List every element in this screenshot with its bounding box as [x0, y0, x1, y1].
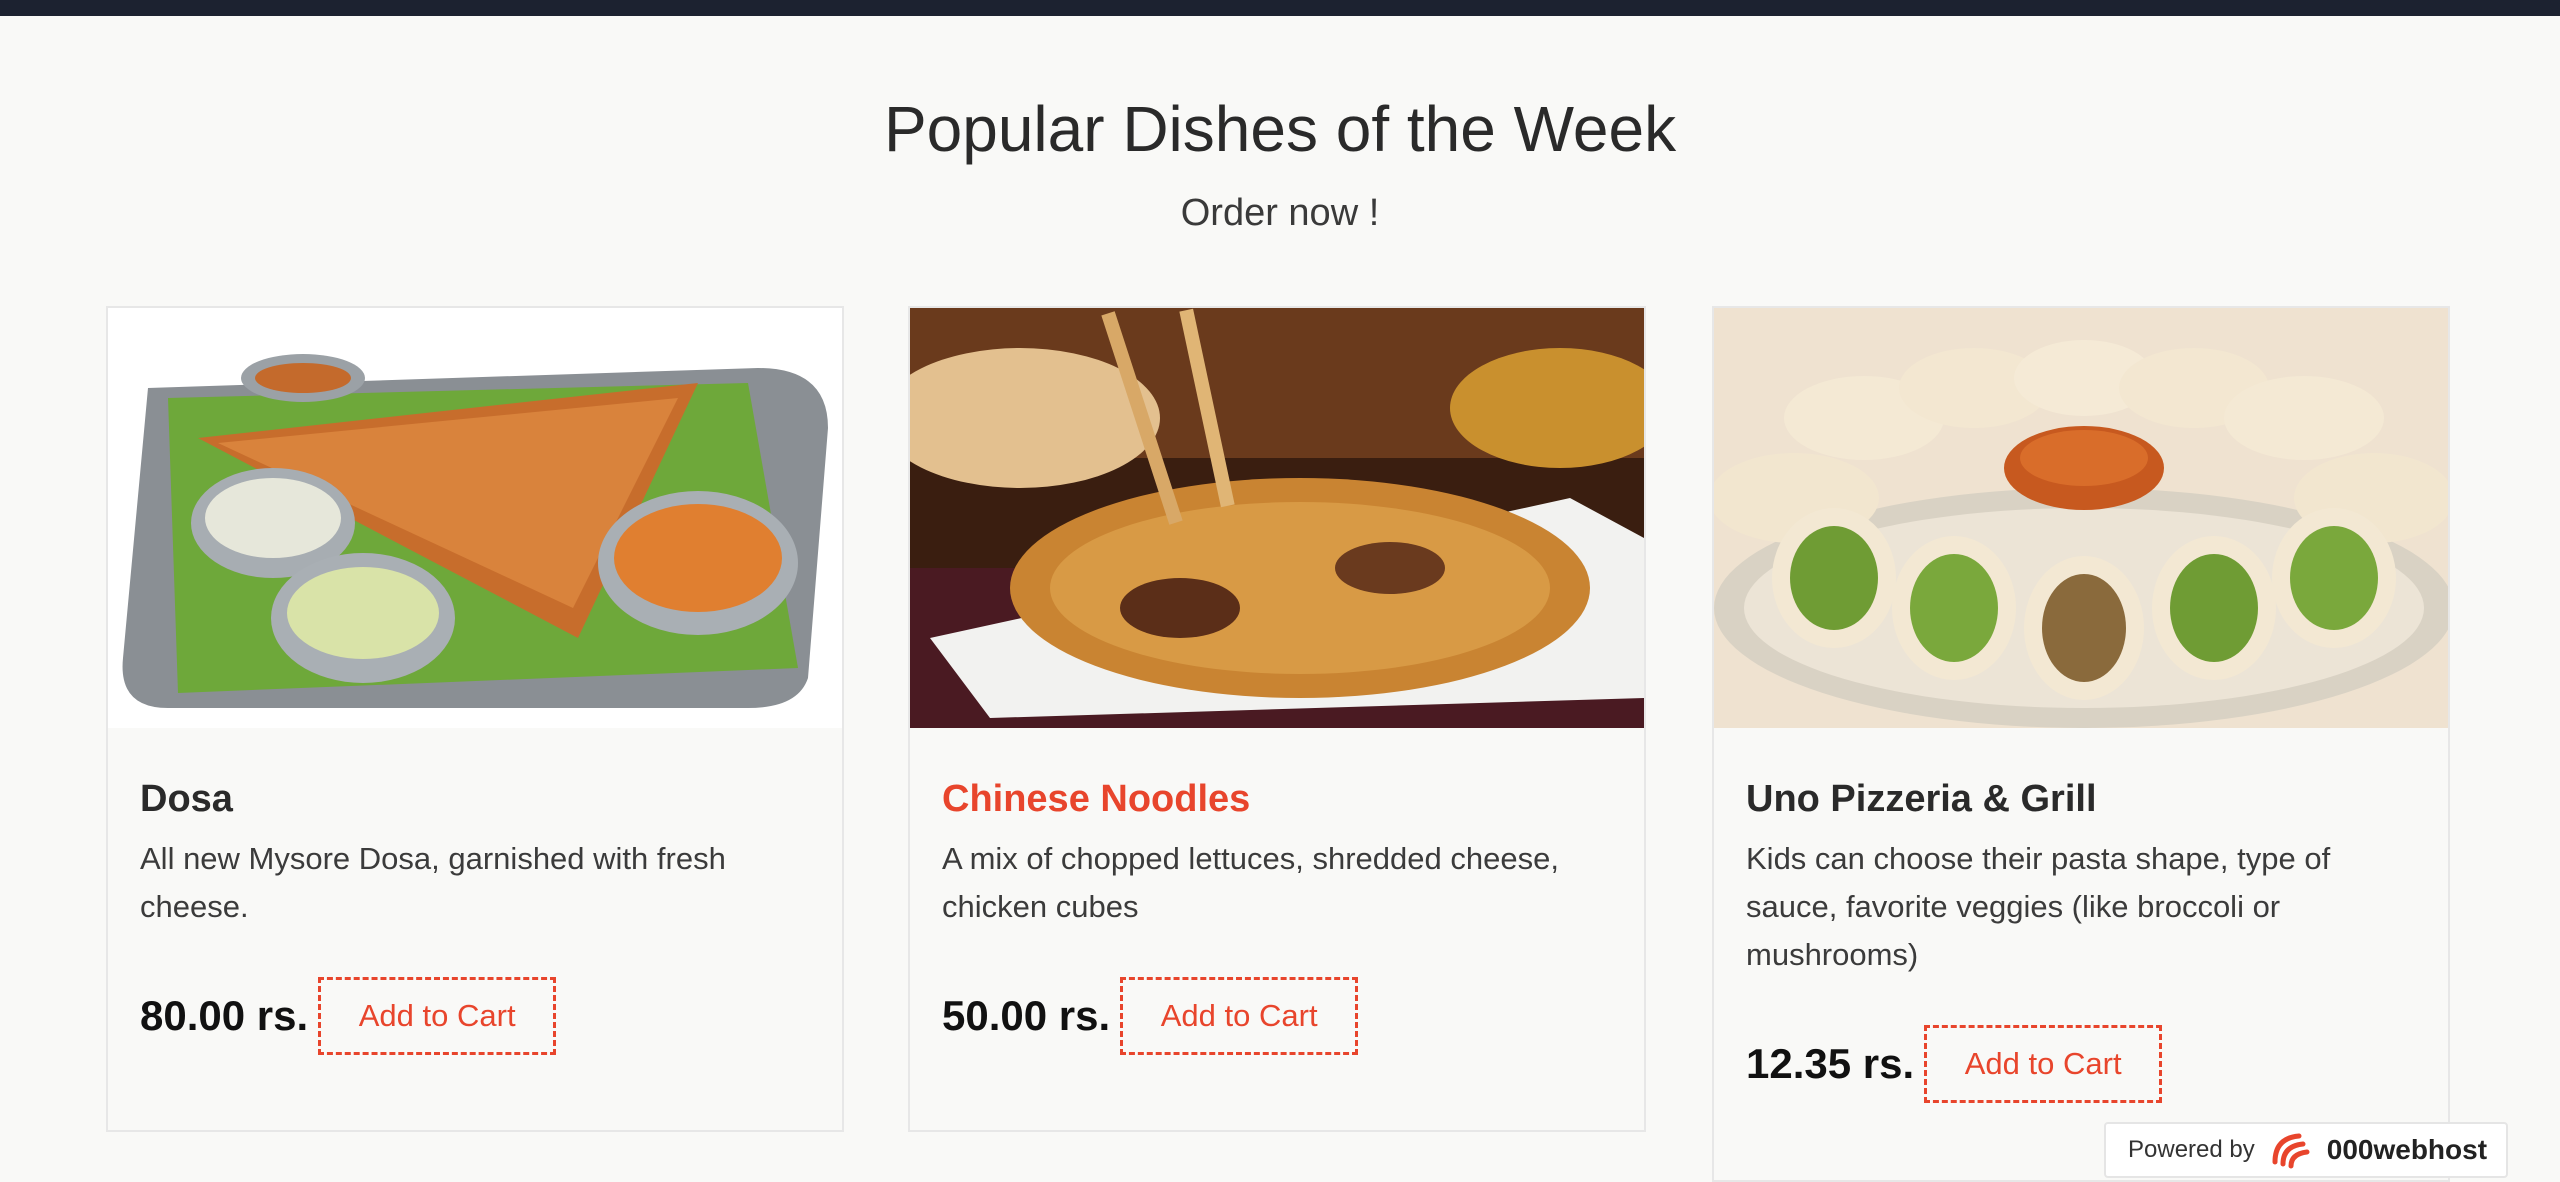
- dish-image-noodles: [910, 308, 1644, 728]
- powered-by-label: Powered by: [2128, 1136, 2255, 1163]
- dish-title[interactable]: Chinese Noodles: [942, 778, 1612, 821]
- price-row: 12.35 rs. Add to Cart: [1746, 1025, 2416, 1103]
- dish-image-dosa: [108, 308, 842, 728]
- dish-card-uno-pizzeria: Uno Pizzeria & Grill Kids can choose the…: [1712, 306, 2450, 1182]
- section-subtitle: Order now !: [1180, 192, 1380, 234]
- section-title: Popular Dishes of the Week: [883, 93, 1677, 165]
- dish-price: 80.00 rs.: [140, 992, 309, 1039]
- price-row: 80.00 rs. Add to Cart: [140, 977, 810, 1055]
- dish-description: A mix of chopped lettuces, shredded chee…: [942, 841, 1559, 924]
- dish-title: Dosa: [140, 778, 233, 820]
- add-to-cart-button-noodles[interactable]: Add to Cart: [1120, 977, 1359, 1055]
- top-navbar-edge: [0, 0, 2560, 16]
- dish-title: Uno Pizzeria & Grill: [1746, 778, 2097, 820]
- dish-card-chinese-noodles: Chinese Noodles A mix of chopped lettuce…: [908, 306, 1646, 1132]
- price-row: 50.00 rs. Add to Cart: [942, 977, 1612, 1055]
- brand-name: 000webhost: [2326, 1134, 2488, 1165]
- dish-image-wraps: [1714, 308, 2448, 728]
- powered-by-badge[interactable]: Powered by 000webhost: [2104, 1122, 2508, 1178]
- dish-card-dosa: Dosa All new Mysore Dosa, garnished with…: [106, 306, 844, 1132]
- dish-description: All new Mysore Dosa, garnished with fres…: [140, 841, 726, 924]
- add-to-cart-button-uno[interactable]: Add to Cart: [1924, 1025, 2163, 1103]
- dish-price: 50.00 rs.: [942, 992, 1111, 1039]
- add-to-cart-button-dosa[interactable]: Add to Cart: [318, 977, 557, 1055]
- 000webhost-logo-icon: [2272, 1133, 2310, 1169]
- dish-price: 12.35 rs.: [1746, 1040, 1915, 1087]
- dish-description: Kids can choose their pasta shape, type …: [1746, 841, 2331, 972]
